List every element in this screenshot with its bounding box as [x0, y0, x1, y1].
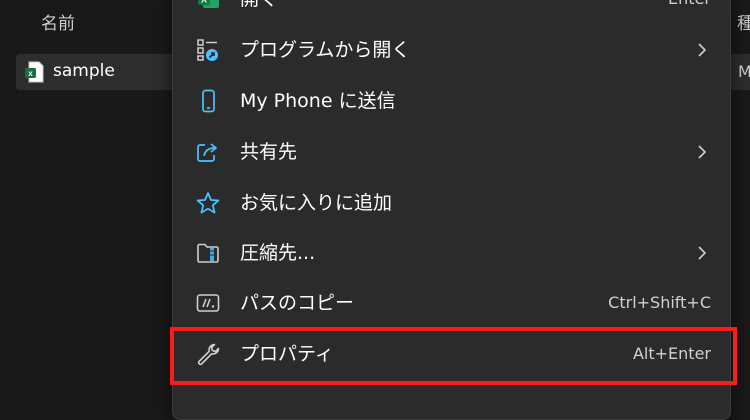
menu-item-label: 開く: [240, 0, 278, 11]
menu-item-label: 共有先: [240, 141, 298, 163]
menu-item-copy-path[interactable]: パスのコピー Ctrl+Shift+C: [173, 279, 730, 327]
file-name: sample: [53, 61, 115, 81]
menu-item-properties[interactable]: プロパティ Alt+Enter: [173, 330, 730, 378]
menu-item-shortcut: Ctrl+Shift+C: [608, 293, 711, 312]
menu-item-compress-to[interactable]: 圧縮先...: [173, 229, 730, 277]
menu-item-label: My Phone に送信: [240, 90, 396, 112]
phone-icon: [195, 89, 221, 113]
menu-item-open-with[interactable]: プログラムから開く: [173, 26, 730, 74]
chevron-right-icon: [696, 40, 708, 60]
wrench-icon: [195, 342, 221, 366]
file-row-sample[interactable]: x sample: [16, 54, 176, 90]
menu-item-add-to-favorites[interactable]: お気に入りに追加: [173, 179, 730, 227]
column-header-type[interactable]: 種: [737, 9, 750, 34]
excel-file-icon: x: [24, 61, 44, 83]
menu-item-label: パスのコピー: [240, 292, 355, 314]
chevron-right-icon: [696, 243, 708, 263]
menu-item-share[interactable]: 共有先: [173, 128, 730, 176]
svg-text:x: x: [28, 69, 33, 78]
open-with-icon: [195, 38, 221, 62]
star-icon: [195, 191, 221, 215]
menu-item-label: プログラムから開く: [240, 39, 411, 61]
chevron-right-icon: [696, 142, 708, 162]
copy-path-icon: [195, 291, 221, 315]
menu-item-label: 圧縮先...: [240, 242, 316, 264]
file-type-text: M: [738, 62, 750, 81]
context-menu: X 開く Enter プログラムから開く: [172, 0, 731, 420]
menu-item-label: お気に入りに追加: [240, 192, 393, 214]
menu-separator: [173, 381, 730, 382]
excel-icon: X: [195, 0, 221, 11]
menu-item-label: プロパティ: [240, 343, 334, 365]
menu-item-shortcut: Alt+Enter: [632, 344, 711, 363]
zip-folder-icon: [195, 241, 221, 265]
menu-item-shortcut: Enter: [668, 0, 711, 9]
menu-item-send-to-phone[interactable]: My Phone に送信: [173, 77, 730, 125]
share-icon: [195, 140, 221, 164]
svg-text:X: X: [201, 0, 207, 5]
menu-item-open[interactable]: X 開く Enter: [173, 0, 730, 23]
column-header-name[interactable]: 名前: [41, 9, 75, 34]
